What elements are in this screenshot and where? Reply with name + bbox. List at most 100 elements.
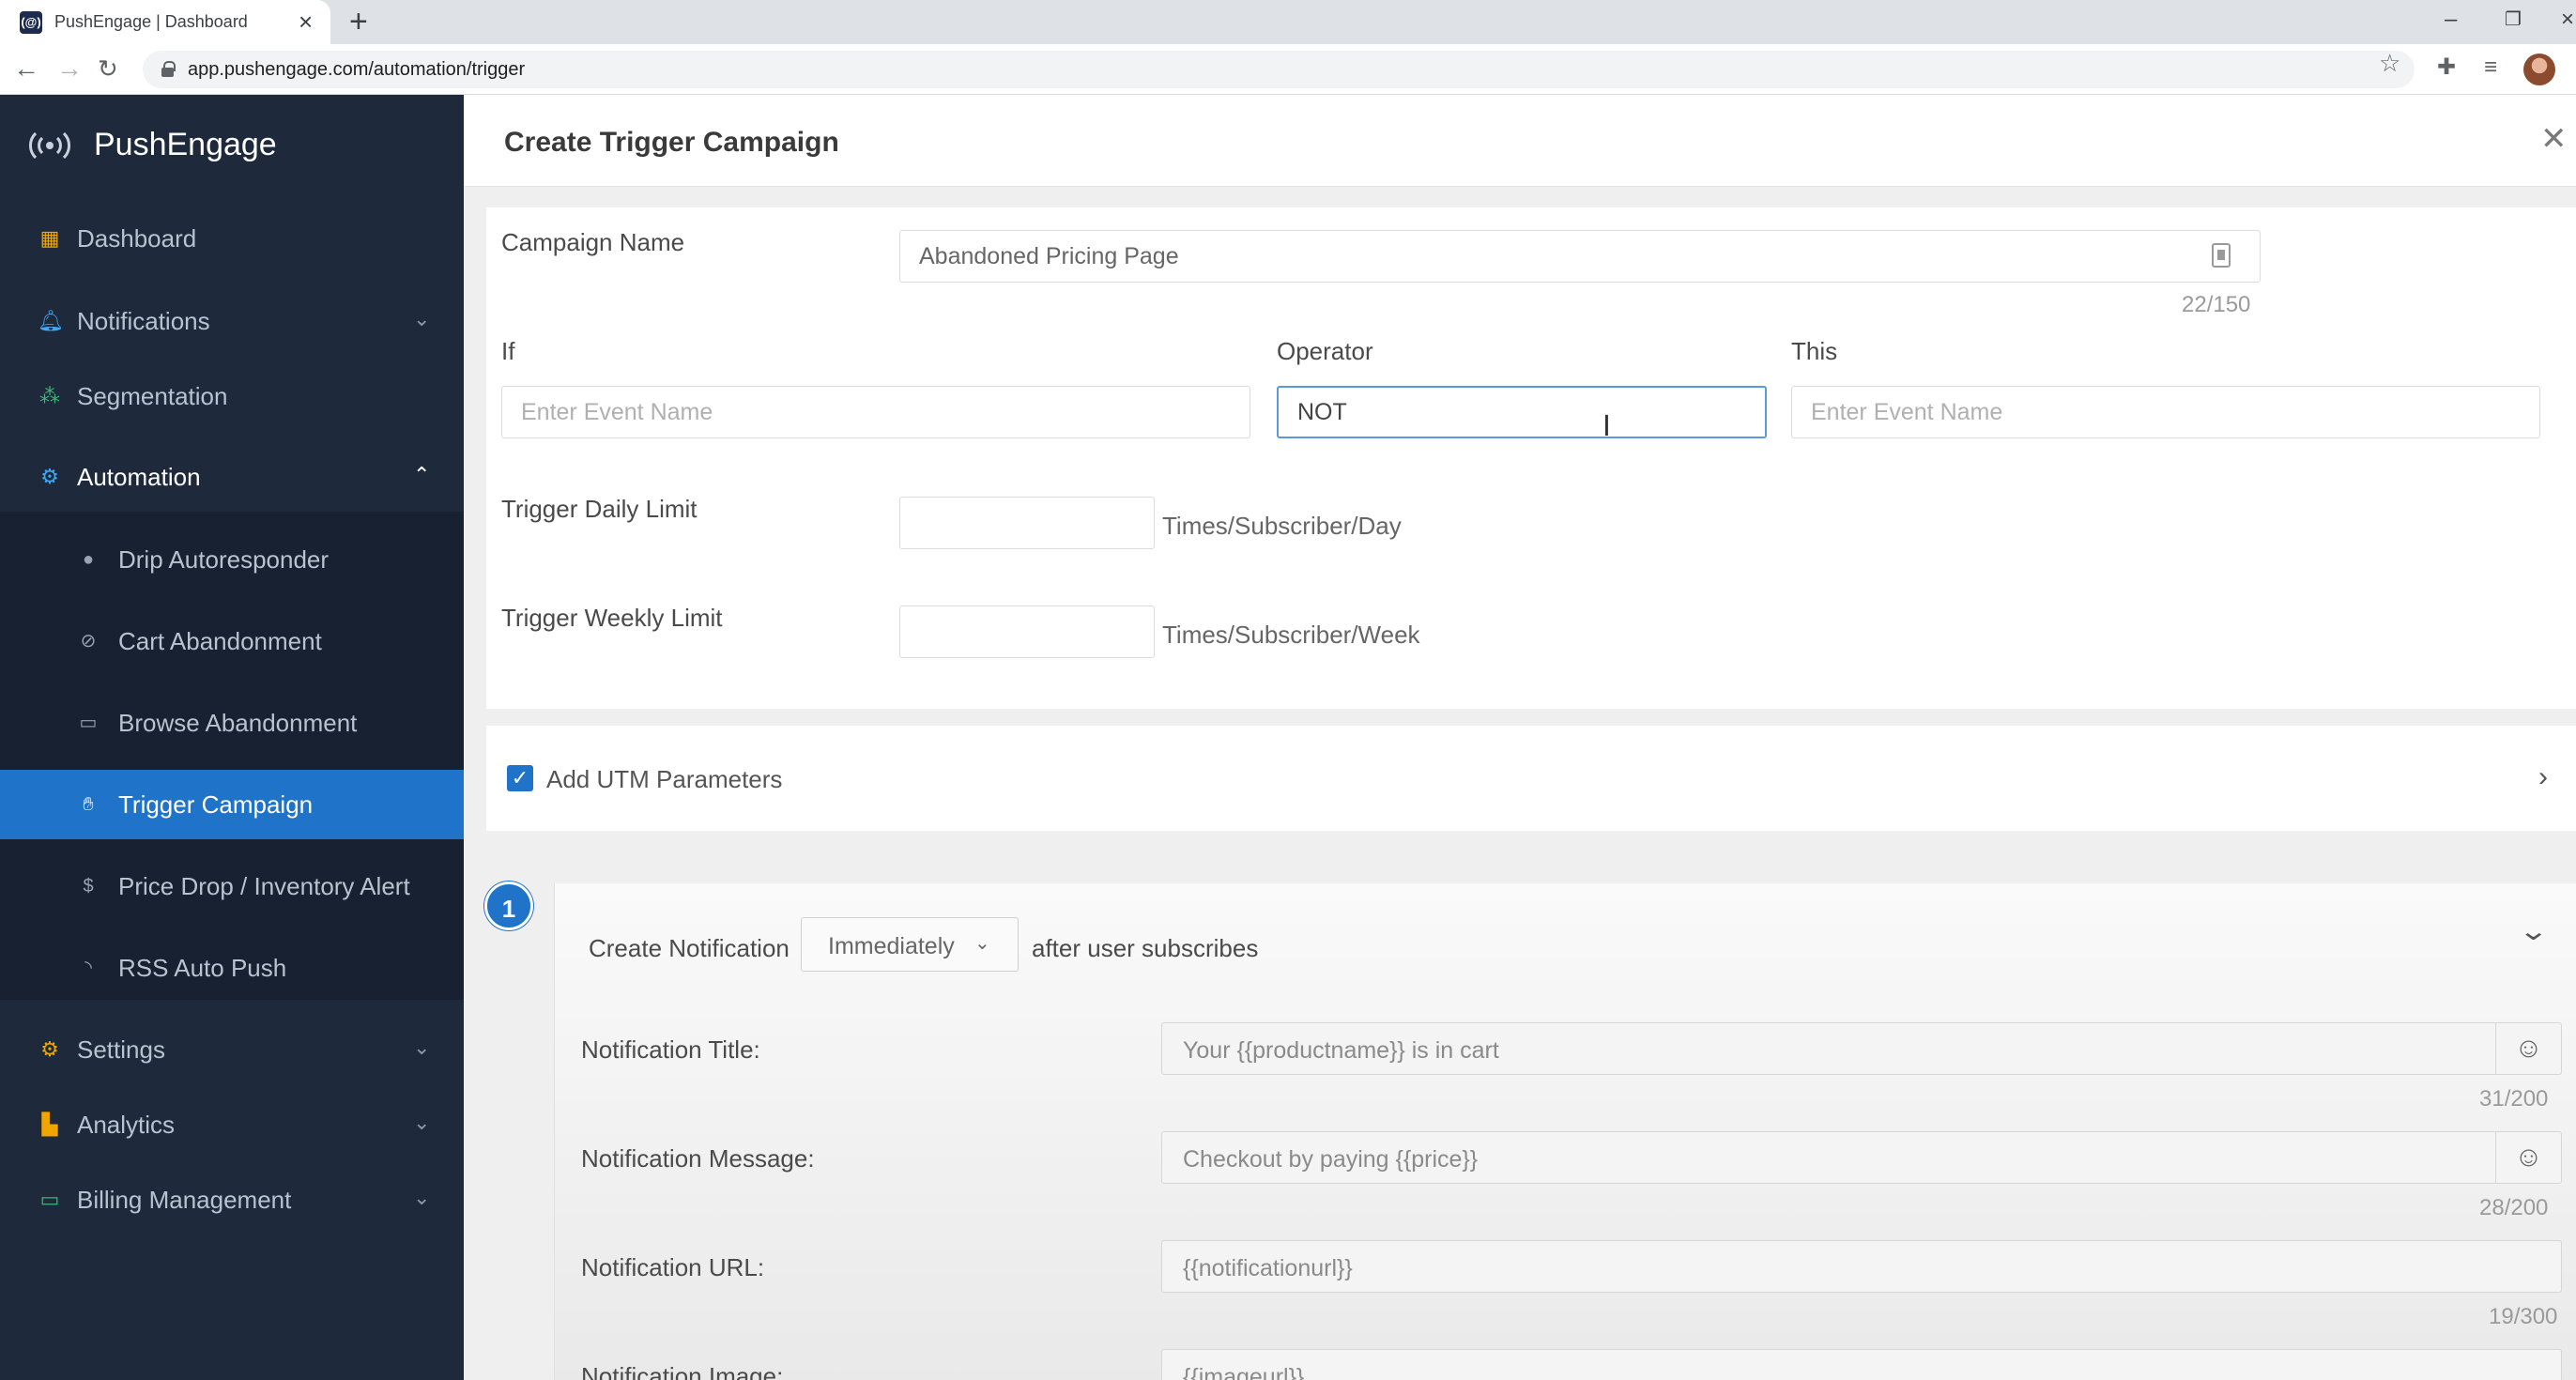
bar-chart-icon: ▙ (41, 1112, 58, 1136)
notification-image-label: Notification Image: (581, 1362, 784, 1380)
reading-list-icon[interactable]: ≡ (2484, 54, 2497, 81)
utm-label: Add UTM Parameters (546, 765, 783, 793)
segment-icon: ⁂ (39, 384, 60, 407)
sidebar-item-dashboard[interactable]: ▦ Dashboard (0, 204, 464, 273)
if-event-input[interactable] (501, 386, 1250, 438)
sidebar-item-browse-abandonment[interactable]: ▭ Browse Abandonment (0, 688, 464, 758)
credit-card-icon: ▭ (39, 1188, 60, 1211)
sidebar-item-label: Billing Management (77, 1186, 292, 1214)
daily-limit-unit: Times/Subscriber/Day (1162, 512, 1402, 540)
forward-arrow-icon[interactable]: → (56, 54, 83, 84)
emoji-smiley-icon[interactable]: ☺ (2495, 1023, 2561, 1074)
utm-card[interactable]: ✓ Add UTM Parameters › (486, 726, 2576, 831)
sidebar-item-price-drop[interactable]: $ Price Drop / Inventory Alert (0, 851, 464, 921)
extensions-puzzle-icon[interactable]: ✚ (2437, 54, 2456, 81)
notification-card: Create Notification Immediately ⌄ after … (554, 883, 2576, 1380)
campaign-settings-card: Campaign Name 22/150 If Operator This Tr… (486, 207, 2576, 709)
tab-close-icon[interactable]: × (299, 8, 313, 36)
sidebar-item-drip-autoresponder[interactable]: ● Drip Autoresponder (0, 525, 464, 594)
brand-name: PushEngage (94, 127, 277, 162)
campaign-name-input[interactable] (899, 230, 2261, 283)
browser-tab[interactable]: (@) PushEngage | Dashboard × (0, 0, 330, 44)
notification-url-counter: 19/300 (2489, 1304, 2558, 1329)
close-icon[interactable]: ✕ (2540, 121, 2568, 157)
trigger-icon: ✋︎ (83, 794, 94, 815)
after-subscribes-label: after user subscribes (1032, 934, 1259, 962)
weekly-limit-unit: Times/Subscriber/Week (1162, 621, 1420, 649)
pushengage-logo-icon (29, 131, 70, 160)
campaign-name-label: Campaign Name (501, 228, 685, 256)
back-arrow-icon[interactable]: ← (13, 54, 39, 84)
notification-title-input[interactable]: Your {{productname}} is in cart ☺ (1161, 1022, 2562, 1075)
sidebar-item-label: RSS Auto Push (118, 954, 287, 982)
dollar-icon: $ (83, 876, 94, 897)
sidebar-item-label: Dashboard (77, 224, 197, 253)
lock-icon (161, 61, 176, 77)
minimize-icon[interactable]: – (2445, 2, 2457, 38)
brand[interactable]: PushEngage (0, 95, 464, 196)
personalization-clipboard-icon[interactable] (2212, 243, 2231, 268)
sidebar-item-label: Browse Abandonment (118, 709, 358, 737)
restore-icon[interactable]: ❐ (2505, 2, 2522, 38)
sidebar-item-automation[interactable]: ⚙︎ Automation ⌃ (0, 442, 464, 512)
sidebar-item-cart-abandonment[interactable]: ⊘ Cart Abandonment (0, 606, 464, 676)
bookmark-star-icon[interactable]: ☆ (2379, 49, 2400, 78)
sidebar-item-label: Drip Autoresponder (118, 545, 330, 574)
chevron-down-icon: ⌄ (413, 1035, 431, 1059)
this-label: This (1791, 337, 1838, 365)
cart-off-icon: ⊘ (80, 631, 97, 652)
page-title: Create Trigger Campaign (504, 127, 839, 158)
collapse-chevron-icon[interactable]: ⌄ (2518, 915, 2549, 947)
notification-url-input[interactable]: {{notificationurl}} (1161, 1240, 2562, 1293)
rss-icon: ◝ (84, 958, 92, 978)
operator-label: Operator (1277, 337, 1373, 365)
notification-message-counter: 28/200 (2479, 1195, 2549, 1220)
notification-url-value: {{notificationurl}} (1183, 1255, 1353, 1281)
sidebar-item-trigger-campaign[interactable]: ✋︎ Trigger Campaign (0, 770, 464, 839)
sidebar-item-label: Automation (77, 463, 201, 491)
text-cursor-icon: I (1602, 410, 1611, 443)
reload-icon[interactable]: ↻ (98, 54, 118, 84)
emoji-smiley-icon[interactable]: ☺ (2495, 1132, 2561, 1183)
sidebar-item-segmentation[interactable]: ⁂ Segmentation (0, 361, 464, 431)
browser-tab-bar: (@) PushEngage | Dashboard × + – ❐ × (0, 0, 2576, 44)
sidebar-item-billing[interactable]: ▭ Billing Management ⌄ (0, 1165, 464, 1234)
notification-message-input[interactable]: Checkout by paying {{price}} ☺ (1161, 1131, 2562, 1184)
sidebar-item-analytics[interactable]: ▙ Analytics ⌄ (0, 1090, 464, 1159)
notification-message-value: Checkout by paying {{price}} (1183, 1146, 1479, 1173)
drop-icon: ● (82, 549, 95, 570)
daily-limit-label: Trigger Daily Limit (501, 495, 698, 523)
sidebar-item-rss-auto-push[interactable]: ◝ RSS Auto Push (0, 933, 464, 1003)
profile-avatar[interactable] (2523, 54, 2555, 85)
daily-limit-input[interactable] (899, 497, 1155, 549)
address-bar[interactable]: app.pushengage.com/automation/trigger (143, 51, 2415, 88)
new-tab-icon[interactable]: + (349, 4, 368, 39)
this-event-input[interactable] (1791, 386, 2540, 438)
sidebar-item-label: Trigger Campaign (118, 790, 314, 819)
bell-icon: 🔔︎ (38, 309, 64, 332)
sidebar: PushEngage ▦ Dashboard 🔔︎ Notifications … (0, 95, 464, 1380)
if-label: If (501, 337, 515, 365)
chevron-down-icon: ⌄ (413, 1111, 431, 1134)
window-close-icon[interactable]: × (2561, 2, 2574, 38)
notification-title-value: Your {{productname}} is in cart (1183, 1037, 1499, 1064)
sidebar-item-label: Segmentation (77, 382, 228, 410)
weekly-limit-input[interactable] (899, 606, 1155, 658)
chevron-up-icon: ⌃ (413, 463, 431, 486)
tab-title: PushEngage | Dashboard (54, 12, 248, 31)
sidebar-item-notifications[interactable]: 🔔︎ Notifications ⌄ (0, 286, 464, 356)
timing-dropdown[interactable]: Immediately ⌄ (801, 917, 1019, 972)
main-panel: Create Trigger Campaign ✕ Campaign Name … (464, 95, 2576, 1380)
browse-off-icon: ▭ (79, 713, 98, 733)
sidebar-item-label: Settings (77, 1035, 165, 1064)
dashboard-grid-icon: ▦ (39, 226, 60, 250)
operator-input[interactable] (1277, 386, 1767, 438)
notification-image-input[interactable]: {{imageurl}} (1161, 1349, 2562, 1380)
sidebar-item-settings[interactable]: ⚙︎ Settings ⌄ (0, 1015, 464, 1084)
sidebar-item-label: Price Drop / Inventory Alert (118, 872, 410, 900)
sidebar-item-label: Notifications (77, 307, 210, 335)
chevron-down-icon: ⌄ (413, 1186, 431, 1209)
utm-checkbox[interactable]: ✓ (507, 765, 533, 791)
create-notification-label: Create Notification (589, 934, 790, 962)
chevron-right-icon[interactable]: › (2538, 761, 2548, 793)
